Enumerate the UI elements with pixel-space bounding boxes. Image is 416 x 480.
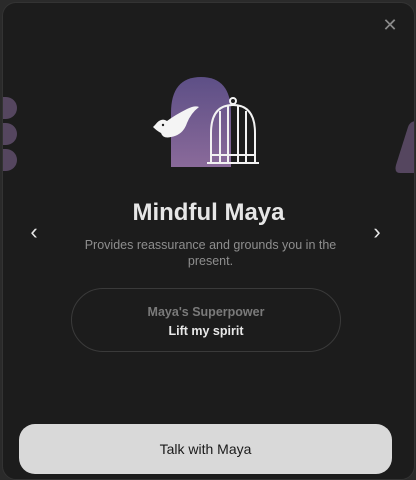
superpower-card: Maya's Superpower Lift my spirit <box>71 288 341 352</box>
character-description: Provides reassurance and grounds you in … <box>84 238 337 268</box>
character-modal: ✕ ‹ › Mindful Maya Provides reassurance … <box>2 2 415 480</box>
dove-cage-illustration <box>153 77 259 167</box>
prev-character-peek <box>3 97 17 171</box>
superpower-value: Lift my spirit <box>168 324 244 338</box>
close-icon[interactable]: ✕ <box>380 15 400 35</box>
character-name: Mindful Maya <box>132 199 285 226</box>
talk-with-maya-button[interactable]: Talk with Maya <box>19 424 392 474</box>
superpower-label: Maya's Superpower <box>147 305 265 319</box>
next-character-peek <box>395 121 414 173</box>
